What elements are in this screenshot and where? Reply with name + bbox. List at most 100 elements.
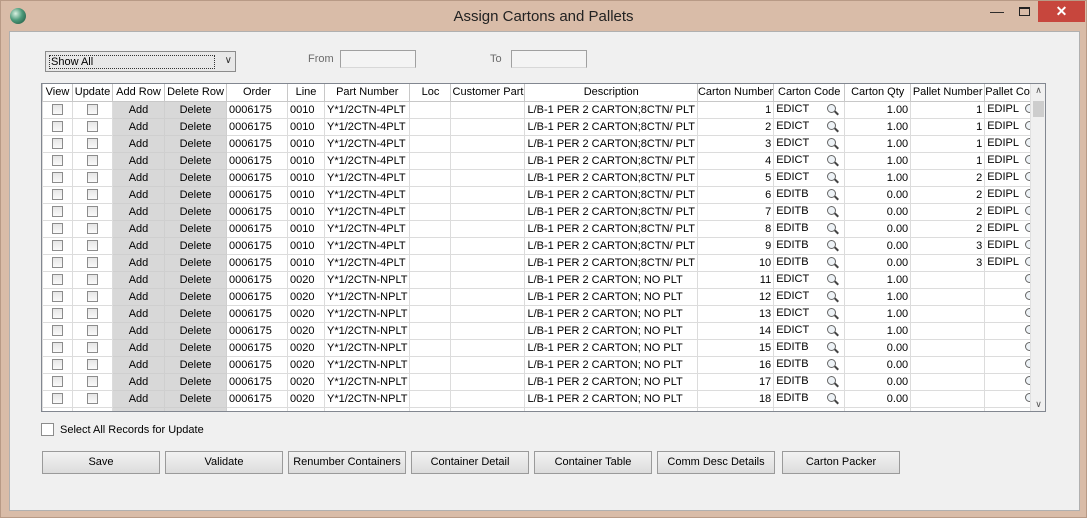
line-cell[interactable]: 0020 [287, 270, 325, 289]
part-number-cell[interactable]: Y*1/2CTN-4PLT [323, 117, 411, 136]
carton-number-cell[interactable]: 18 [696, 389, 775, 408]
delete-row-button[interactable]: Delete [164, 372, 227, 391]
update-checkbox[interactable] [87, 172, 98, 184]
column-header[interactable]: View [42, 84, 73, 102]
description-cell[interactable]: L/B-1 PER 2 CARTON; NO PLT [524, 338, 698, 357]
part-number-cell[interactable]: Y*1/2CTN-NPLT [323, 355, 411, 374]
add-row-button[interactable]: Add [112, 134, 165, 153]
loc-cell[interactable] [409, 321, 452, 340]
part-number-cell[interactable]: Y*1/2CTN-4PLT [323, 100, 411, 119]
carton-qty-cell[interactable]: 1.00 [844, 287, 912, 306]
carton-code-cell[interactable]: EDICT [773, 270, 846, 289]
customer-part-cell[interactable] [450, 168, 526, 187]
magnifier-icon[interactable] [826, 290, 840, 304]
part-number-cell[interactable]: Y*1/2CTN-4PLT [323, 236, 411, 255]
carton-qty-cell[interactable]: 1.00 [844, 117, 912, 136]
update-checkbox[interactable] [87, 308, 98, 320]
update-checkbox[interactable] [87, 121, 98, 133]
add-row-button[interactable]: Add [112, 151, 165, 170]
order-cell[interactable]: 0006175 [226, 389, 288, 408]
order-cell[interactable]: 0006175 [226, 151, 288, 170]
magnifier-icon[interactable] [826, 239, 840, 253]
description-cell[interactable]: L/B-1 PER 2 CARTON;8CTN/ PLT [524, 168, 698, 187]
description-cell[interactable]: L/B-1 PER 2 CARTON;8CTN/ PLT [524, 100, 698, 119]
delete-row-button[interactable]: Delete [164, 338, 227, 357]
description-cell[interactable]: L/B-1 PER 2 CARTON; NO PLT [524, 287, 698, 306]
column-header[interactable]: Pallet Number [910, 84, 986, 102]
carton-qty-cell[interactable]: 0.00 [844, 338, 912, 357]
loc-cell[interactable] [409, 134, 452, 153]
loc-cell[interactable] [409, 355, 452, 374]
column-header[interactable]: Carton Number [696, 84, 775, 102]
update-checkbox[interactable] [87, 359, 98, 371]
part-number-cell[interactable]: Y*1/2CTN-4PLT [323, 253, 411, 272]
pallet-number-cell[interactable]: 1 [910, 151, 986, 170]
order-cell[interactable]: 0006175 [226, 304, 288, 323]
part-number-cell[interactable]: Y*1/2CTN-NPLT [323, 321, 411, 340]
add-row-button[interactable]: Add [112, 185, 165, 204]
container-table-button[interactable]: Container Table [534, 451, 652, 474]
table-row[interactable]: Add Delete 0006175 0010 Y*1/2CTN-4PLT L/B-1 P… [42, 185, 1044, 204]
close-button[interactable]: ✕ [1038, 1, 1085, 22]
order-cell[interactable]: 0006175 [226, 287, 288, 306]
add-row-button[interactable]: Add [112, 304, 165, 323]
order-cell[interactable]: 0006175 [226, 321, 288, 340]
column-header[interactable]: Update [72, 84, 113, 102]
from-input[interactable] [340, 50, 416, 68]
magnifier-icon[interactable] [826, 137, 840, 151]
carton-number-cell[interactable]: 3 [696, 134, 775, 153]
view-checkbox[interactable] [52, 240, 63, 252]
delete-row-button[interactable]: Delete [164, 389, 227, 408]
add-row-button[interactable]: Add [112, 117, 165, 136]
magnifier-icon[interactable] [826, 171, 840, 185]
delete-row-button[interactable]: Delete [164, 287, 227, 306]
column-header[interactable]: Loc [409, 84, 452, 102]
loc-cell[interactable] [409, 253, 452, 272]
carton-code-cell[interactable]: EDITB [773, 253, 846, 272]
loc-cell[interactable] [409, 304, 452, 323]
pallet-number-cell[interactable]: 1 [910, 117, 986, 136]
table-row-partial[interactable] [42, 406, 1044, 411]
pallet-number-cell[interactable]: 1 [910, 100, 986, 119]
carton-packer-button[interactable]: Carton Packer [782, 451, 900, 474]
description-cell[interactable]: L/B-1 PER 2 CARTON;8CTN/ PLT [524, 134, 698, 153]
to-input[interactable] [511, 50, 587, 68]
update-checkbox[interactable] [87, 189, 98, 201]
magnifier-icon[interactable] [826, 154, 840, 168]
part-number-cell[interactable]: Y*1/2CTN-4PLT [323, 151, 411, 170]
order-cell[interactable]: 0006175 [226, 253, 288, 272]
view-checkbox[interactable] [52, 274, 63, 286]
table-row[interactable]: Add Delete 0006175 0010 Y*1/2CTN-4PLT L/B-1 P… [42, 219, 1044, 238]
carton-qty-cell[interactable]: 0.00 [844, 219, 912, 238]
customer-part-cell[interactable] [450, 151, 526, 170]
part-number-cell[interactable]: Y*1/2CTN-4PLT [323, 202, 411, 221]
part-number-cell[interactable]: Y*1/2CTN-NPLT [323, 270, 411, 289]
order-cell[interactable]: 0006175 [226, 219, 288, 238]
description-cell[interactable]: L/B-1 PER 2 CARTON;8CTN/ PLT [524, 219, 698, 238]
carton-code-cell[interactable]: EDITB [773, 389, 846, 408]
carton-qty-cell[interactable]: 1.00 [844, 321, 912, 340]
table-row[interactable]: Add Delete 0006175 0010 Y*1/2CTN-4PLT L/B-1 P… [42, 100, 1044, 119]
carton-code-cell[interactable]: EDICT [773, 304, 846, 323]
line-cell[interactable]: 0020 [287, 389, 325, 408]
carton-number-cell[interactable]: 5 [696, 168, 775, 187]
order-cell[interactable]: 0006175 [226, 100, 288, 119]
column-header[interactable]: Delete Row [164, 84, 227, 102]
carton-qty-cell[interactable]: 0.00 [844, 355, 912, 374]
view-checkbox[interactable] [52, 291, 63, 303]
add-row-button[interactable]: Add [112, 321, 165, 340]
update-checkbox[interactable] [87, 223, 98, 235]
table-row[interactable]: Add Delete 0006175 0010 Y*1/2CTN-4PLT L/B-1 P… [42, 202, 1044, 221]
customer-part-cell[interactable] [450, 270, 526, 289]
table-row[interactable]: Add Delete 0006175 0020 Y*1/2CTN-NPLT L/B-1 P… [42, 287, 1044, 306]
line-cell[interactable]: 0010 [287, 185, 325, 204]
customer-part-cell[interactable] [450, 253, 526, 272]
line-cell[interactable]: 0010 [287, 134, 325, 153]
view-checkbox[interactable] [52, 359, 63, 371]
loc-cell[interactable] [409, 219, 452, 238]
part-number-cell[interactable]: Y*1/2CTN-NPLT [323, 304, 411, 323]
description-cell[interactable]: L/B-1 PER 2 CARTON;8CTN/ PLT [524, 117, 698, 136]
add-row-button[interactable]: Add [112, 338, 165, 357]
part-number-cell[interactable]: Y*1/2CTN-4PLT [323, 134, 411, 153]
line-cell[interactable]: 0020 [287, 355, 325, 374]
